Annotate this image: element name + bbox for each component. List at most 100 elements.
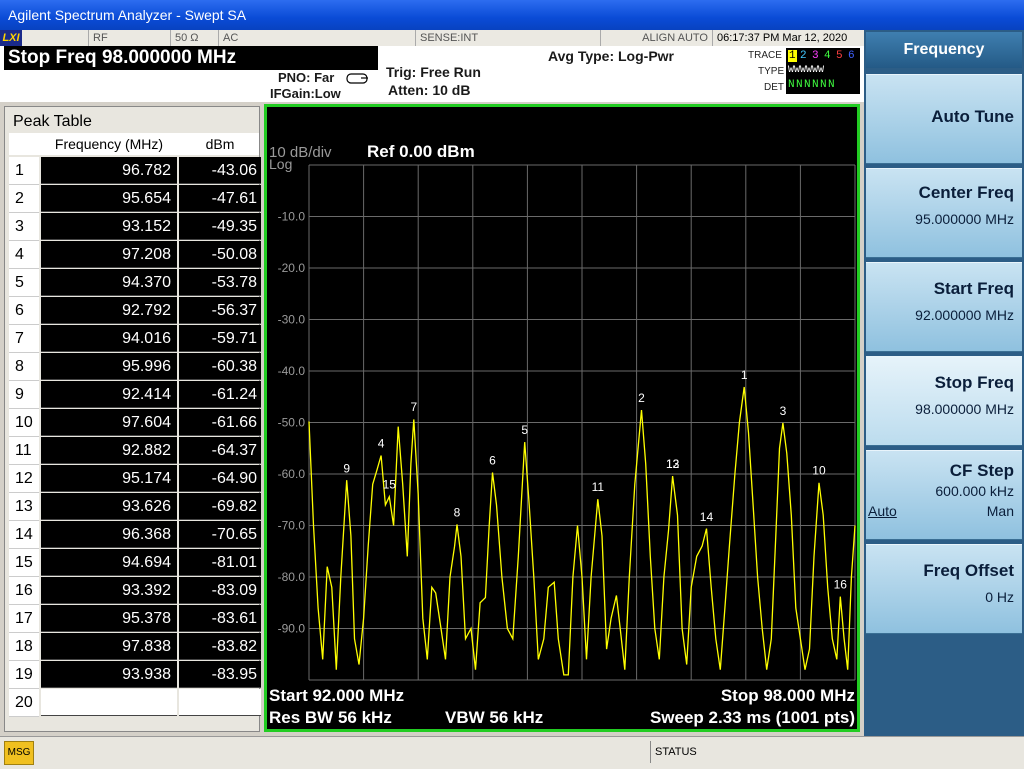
- peak-frequency: 97.208: [41, 241, 177, 268]
- y-tick-label: -10.0: [278, 210, 306, 224]
- trace-number-3: 3: [812, 50, 819, 62]
- resolution-bandwidth: Res BW 56 kHz: [269, 708, 392, 727]
- y-tick-label: -40.0: [278, 364, 306, 378]
- msg-indicator[interactable]: MSG: [4, 741, 34, 765]
- freq-offset-button[interactable]: Freq Offset 0 Hz: [866, 544, 1022, 634]
- center-freq-button[interactable]: Center Freq 95.000000 MHz: [866, 168, 1022, 258]
- peak-marker-label: 11: [592, 480, 605, 494]
- peak-table-row[interactable]: 1 96.782 -43.06: [9, 157, 261, 185]
- stop-freq-button[interactable]: Stop Freq 98.000000 MHz: [866, 356, 1022, 446]
- align-label: ALIGN AUTO: [600, 30, 712, 46]
- peak-index: 9: [9, 381, 39, 409]
- peak-index: 7: [9, 325, 39, 353]
- peak-marker-label: 9: [343, 461, 350, 475]
- peak-amplitude: -56.37: [179, 297, 261, 324]
- trigger-label: Trig: Free Run: [386, 64, 481, 80]
- peak-frequency: 97.838: [41, 633, 177, 660]
- sweep-time: Sweep 2.33 ms (1001 pts): [650, 708, 855, 727]
- peak-marker-label: 10: [812, 464, 826, 478]
- peak-frequency: 95.996: [41, 353, 177, 380]
- peak-frequency: 92.414: [41, 381, 177, 408]
- peak-frequency: 96.368: [41, 521, 177, 548]
- peak-frequency: 94.016: [41, 325, 177, 352]
- peak-table-row[interactable]: 9 92.414 -61.24: [9, 381, 261, 409]
- peak-index: 16: [9, 577, 39, 605]
- peak-frequency: 94.694: [41, 549, 177, 576]
- impedance-label: 50 Ω: [170, 30, 218, 46]
- peak-table-title: Peak Table: [13, 113, 92, 130]
- y-tick-label: -80.0: [278, 570, 306, 584]
- peak-amplitude: -81.01: [179, 549, 261, 576]
- cf-step-button[interactable]: CF Step 600.000 kHz Auto Man: [866, 450, 1022, 540]
- status-indicator[interactable]: STATUS: [650, 741, 697, 763]
- peak-table-panel: Peak Table Frequency (MHz) dBm 1 96.782 -4…: [4, 106, 261, 732]
- cf-step-value: 600.000 kHz: [935, 483, 1014, 499]
- peak-marker-label: 15: [383, 478, 397, 492]
- peak-table-row[interactable]: 20: [9, 689, 261, 717]
- peak-index: 1: [9, 157, 39, 185]
- peak-marker-label: 7: [410, 400, 417, 414]
- peak-table-row[interactable]: 8 95.996 -60.38: [9, 353, 261, 381]
- peak-marker-label: 5: [521, 423, 528, 437]
- peak-index: 18: [9, 633, 39, 661]
- peak-index: 5: [9, 269, 39, 297]
- peak-table-row[interactable]: 4 97.208 -50.08: [9, 241, 261, 269]
- trace-number-1: 1: [788, 50, 797, 62]
- peak-table-row[interactable]: 14 96.368 -70.65: [9, 521, 261, 549]
- peak-table-header: Frequency (MHz) dBm: [9, 133, 259, 155]
- atten-label: Atten: 10 dB: [388, 82, 471, 98]
- peak-table-row[interactable]: 12 95.174 -64.90: [9, 465, 261, 493]
- peak-marker-label: 2: [638, 391, 645, 405]
- measurement-info: Stop Freq 98.000000 MHz PNO: Far IFGain:…: [0, 46, 864, 102]
- peak-amplitude: -61.24: [179, 381, 261, 408]
- peak-table-row[interactable]: 3 93.152 -49.35: [9, 213, 261, 241]
- peak-frequency: 95.174: [41, 465, 177, 492]
- stop-frequency: Stop 98.000 MHz: [721, 686, 855, 705]
- peak-table-row[interactable]: 7 94.016 -59.71: [9, 325, 261, 353]
- y-tick-label: -90.0: [278, 622, 306, 636]
- peak-amplitude: -50.08: [179, 241, 261, 268]
- peak-table-row[interactable]: 13 93.626 -69.82: [9, 493, 261, 521]
- peak-frequency: 93.626: [41, 493, 177, 520]
- peak-frequency: 93.938: [41, 661, 177, 688]
- message-bar: MSG STATUS: [0, 736, 1024, 769]
- peak-index: 13: [9, 493, 39, 521]
- peak-table-row[interactable]: 18 97.838 -83.82: [9, 633, 261, 661]
- peak-table-row[interactable]: 15 94.694 -81.01: [9, 549, 261, 577]
- active-function-readout: Stop Freq 98.000000 MHz: [4, 46, 378, 70]
- peak-amplitude: -83.61: [179, 605, 261, 632]
- center-freq-label: Center Freq: [918, 183, 1014, 202]
- start-freq-value: 92.000000 MHz: [915, 307, 1014, 323]
- peak-amplitude: -69.82: [179, 493, 261, 520]
- freq-offset-label: Freq Offset: [923, 561, 1014, 580]
- start-freq-label: Start Freq: [933, 279, 1014, 298]
- y-tick-label: -70.0: [278, 519, 306, 533]
- softkey-panel: Frequency Auto Tune Center Freq 95.00000…: [864, 30, 1024, 738]
- peak-table-row[interactable]: 5 94.370 -53.78: [9, 269, 261, 297]
- peak-frequency: [41, 689, 177, 716]
- spectrum-plot: 10 dB/div Log Ref 0.00 dBm -10.0-20.0-30…: [269, 142, 856, 727]
- peak-amplitude: -53.78: [179, 269, 261, 296]
- trace-number-4: 4: [824, 50, 831, 62]
- video-bandwidth: VBW 56 kHz: [445, 708, 543, 727]
- trace-det-row: NNNNNN: [788, 79, 837, 91]
- scale-type: Log: [269, 156, 292, 172]
- peak-table-row[interactable]: 17 95.378 -83.61: [9, 605, 261, 633]
- peak-index: 3: [9, 213, 39, 241]
- peak-index: 14: [9, 521, 39, 549]
- spectrum-display[interactable]: 10 dB/div Log Ref 0.00 dBm -10.0 -20.0 -30…: [264, 104, 860, 732]
- peak-table-row[interactable]: 19 93.938 -83.95: [9, 661, 261, 689]
- peak-table-row[interactable]: 2 95.654 -47.61: [9, 185, 261, 213]
- freq-offset-value: 0 Hz: [985, 589, 1014, 605]
- peak-frequency: 93.152: [41, 213, 177, 240]
- peak-table-row[interactable]: 11 92.882 -64.37: [9, 437, 261, 465]
- rf-input-label: RF: [88, 30, 168, 46]
- peak-table-row[interactable]: 10 97.604 -61.66: [9, 409, 261, 437]
- peak-table-row[interactable]: 6 92.792 -56.37: [9, 297, 261, 325]
- start-freq-button[interactable]: Start Freq 92.000000 MHz: [866, 262, 1022, 352]
- peak-table-row[interactable]: 16 93.392 -83.09: [9, 577, 261, 605]
- peak-amplitude: -43.06: [179, 157, 261, 184]
- peak-amplitude: -83.09: [179, 577, 261, 604]
- peak-amplitude: -49.35: [179, 213, 261, 240]
- auto-tune-button[interactable]: Auto Tune: [866, 74, 1022, 164]
